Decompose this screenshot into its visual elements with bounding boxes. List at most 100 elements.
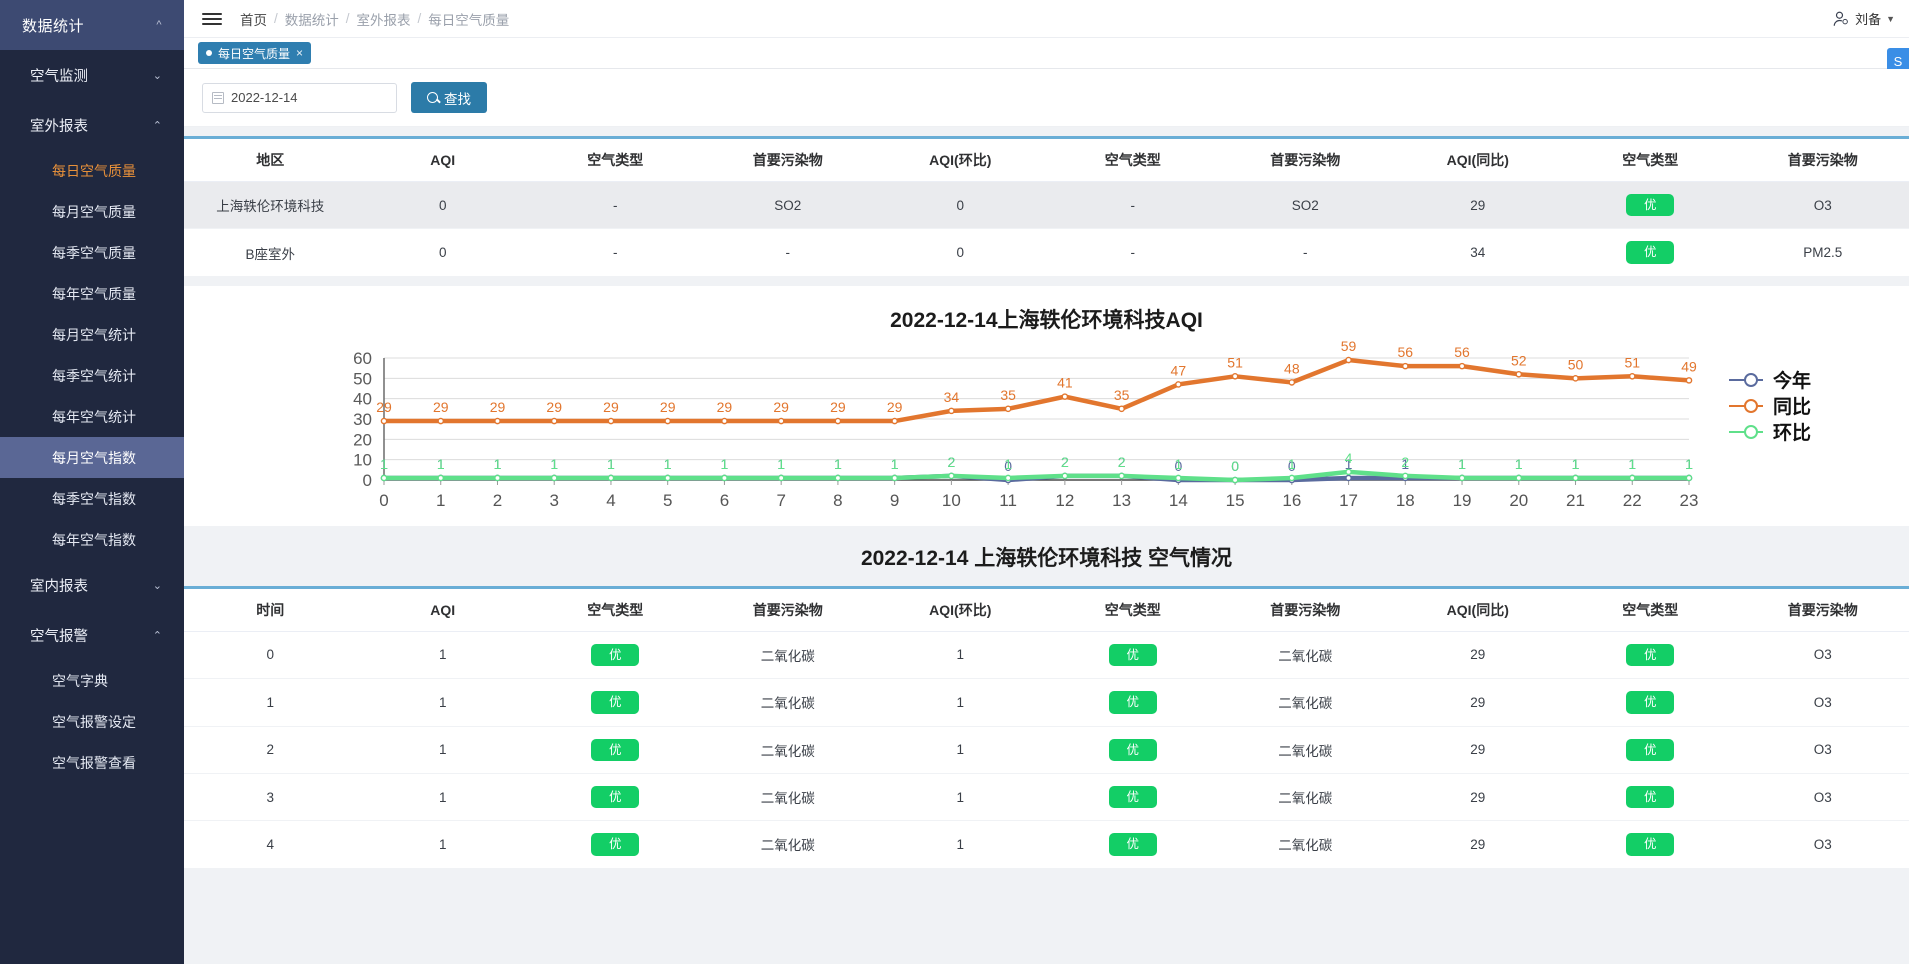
sidebar-item-每季空气指数[interactable]: 每季空气指数 — [0, 478, 184, 519]
data-point — [437, 474, 445, 482]
table-cell: 二氧化碳 — [1219, 773, 1392, 822]
sidebar-group-空气报警[interactable]: 空气报警 ⌃ — [0, 610, 184, 660]
chart-panel: 2022-12-14上海轶伦环境科技AQI 0 10 20 30 40 50 60 0 1 2 3 4… — [184, 285, 1909, 526]
data-point — [1572, 374, 1579, 382]
data-point — [550, 474, 558, 482]
sidebar-item-每月空气质量[interactable]: 每月空气质量 — [0, 191, 184, 232]
summary-header-7: AQI(同比) — [1391, 137, 1564, 182]
user-menu[interactable]: 刘备 ▼ — [1832, 9, 1895, 28]
data-label: 1 — [891, 456, 899, 472]
data-label: 35 — [1000, 387, 1016, 403]
search-button[interactable]: 查找 — [411, 82, 487, 113]
table-cell: 二氧化碳 — [701, 631, 874, 680]
table-cell: - — [529, 228, 702, 277]
chart-canvas: 0 10 20 30 40 50 60 0 1 2 3 4 5 6 7 8 9 10 11 12 13 14 15 16 17 1… — [184, 340, 1909, 520]
data-point — [437, 417, 445, 425]
search-icon — [427, 92, 438, 103]
content-scroll[interactable]: 2022-12-14 查找 地区 AQI 空气类型 首要污染物 AQI(环比) 空气类型首… — [184, 69, 1909, 964]
y-axis-tick-20: 20 — [353, 430, 372, 449]
sidebar-group-室内报表[interactable]: 室内报表 ⌄ — [0, 560, 184, 610]
data-point — [1345, 356, 1352, 364]
table-cell: SO2 — [701, 181, 874, 230]
table-row[interactable]: 上海轶伦环境科技 0- SO2 0- SO2 29 优 O3 — [184, 181, 1909, 230]
sidebar-item-每年空气指数[interactable]: 每年空气指数 — [0, 519, 184, 560]
table-cell: 0 — [184, 631, 357, 680]
summary-header-0: 地区 — [184, 137, 357, 182]
table-row[interactable]: 1 1 优二氧化碳 1 优二氧化碳 29 优 O3 — [184, 678, 1909, 727]
sidebar-group-室外报表[interactable]: 室外报表 ⌃ — [0, 100, 184, 150]
breadcrumb-item-0[interactable]: 首页 — [240, 9, 267, 29]
data-point — [607, 474, 615, 482]
sidebar-item-每月空气指数[interactable]: 每月空气指数 — [0, 437, 184, 478]
sidebar-item-label: 每日空气质量 — [52, 162, 136, 179]
table-row[interactable]: 4 1 优二氧化碳 1 优二氧化碳 29 优 O3 — [184, 820, 1909, 869]
table-row[interactable]: 3 1 优二氧化碳 1 优二氧化碳 29 优 O3 — [184, 773, 1909, 822]
summary-header-9: 首要污染物 — [1736, 137, 1909, 182]
data-label: 1 — [1004, 456, 1012, 472]
table-cell: 1 — [356, 631, 529, 680]
data-point — [1685, 376, 1693, 384]
legend-label-今年[interactable]: 今年 — [1772, 369, 1811, 392]
detail-header-3: 首要污染物 — [701, 587, 874, 632]
table-cell: 29 — [1391, 820, 1564, 869]
x-axis-tick-16: 16 — [1282, 491, 1301, 510]
data-label: 1 — [777, 456, 785, 472]
sidebar-root-数据统计[interactable]: 数据统计 ^ — [0, 0, 184, 50]
sidebar-item-每季空气统计[interactable]: 每季空气统计 — [0, 355, 184, 396]
legend-label-同比[interactable]: 同比 — [1773, 396, 1811, 418]
data-label: 29 — [830, 399, 846, 415]
hamburger-icon[interactable] — [202, 12, 222, 25]
data-point — [1458, 362, 1466, 370]
legend-label-环比[interactable]: 环比 — [1773, 422, 1811, 444]
status-badge-cell: 优 — [1564, 678, 1737, 727]
data-label: 1 — [664, 456, 672, 472]
date-value: 2022-12-14 — [231, 90, 298, 105]
detail-table-panel: 时间 AQI 空气类型 首要污染物 AQI(环比) 空气类型 首要污染物 AQI(同比) 空气类… — [184, 585, 1909, 869]
breadcrumb-item-1[interactable]: 数据统计 — [285, 9, 339, 29]
status-badge: 优 — [1626, 833, 1675, 856]
breadcrumb-item-2[interactable]: 室外报表 — [357, 9, 411, 29]
date-input[interactable]: 2022-12-14 — [202, 82, 397, 113]
data-point — [1572, 474, 1579, 482]
sidebar-group-空气监测[interactable]: 空气监测 ⌄ — [0, 50, 184, 100]
table-row[interactable]: B座室外 0- -0- -34 优 PM2.5 — [184, 228, 1909, 277]
sidebar-item-空气报警查看[interactable]: 空气报警查看 — [0, 742, 184, 783]
close-icon[interactable]: × — [296, 46, 303, 60]
status-badge: 优 — [1626, 738, 1675, 761]
table-cell: 0 — [874, 228, 1047, 277]
breadcrumb-separator: / — [274, 11, 278, 26]
table-row[interactable]: 2 1 优二氧化碳 1 优二氧化碳 29 优 O3 — [184, 726, 1909, 774]
data-label: 51 — [1624, 354, 1640, 370]
sidebar-item-label: 空气报警设定 — [52, 713, 136, 730]
sidebar-item-空气字典[interactable]: 空气字典 — [0, 660, 184, 701]
sidebar-item-每日空气质量[interactable]: 每日空气质量 — [0, 150, 184, 191]
status-badge-cell: 优 — [1564, 820, 1737, 869]
table-row[interactable]: 0 1 优二氧化碳 1 优二氧化碳 29 优 O3 — [184, 631, 1909, 680]
data-label: 51 — [1227, 354, 1243, 370]
sidebar-item-每年空气统计[interactable]: 每年空气统计 — [0, 396, 184, 437]
detail-header-5: 空气类型 — [1046, 587, 1219, 632]
sidebar-item-空气报警设定[interactable]: 空气报警设定 — [0, 701, 184, 742]
sidebar-item-每月空气统计[interactable]: 每月空气统计 — [0, 314, 184, 355]
status-badge: 优 — [1626, 194, 1675, 217]
table-cell: 二氧化碳 — [701, 678, 874, 727]
data-point — [1061, 393, 1069, 400]
data-label: 1 — [1174, 456, 1182, 472]
tab-bar: 每日空气质量 × — [184, 38, 1909, 69]
sidebar-item-每年空气质量[interactable]: 每年空气质量 — [0, 273, 184, 314]
status-badge-cell: 优 — [529, 678, 702, 727]
sidebar-item-每季空气质量[interactable]: 每季空气质量 — [0, 232, 184, 273]
status-badge-cell: 优 — [529, 726, 702, 774]
data-point — [1515, 370, 1523, 378]
summary-table-panel: 地区 AQI 空气类型 首要污染物 AQI(环比) 空气类型 首要污染物 AQI(同比) 空气类… — [184, 136, 1909, 277]
status-badge: 优 — [1108, 833, 1157, 856]
summary-header-1: AQI — [356, 137, 529, 182]
status-badge-cell: 优 — [1046, 773, 1219, 822]
y-axis-tick-30: 30 — [353, 410, 372, 429]
status-badge-cell: 优 — [1564, 228, 1737, 277]
table-cell: 1 — [356, 678, 529, 727]
tab-每日空气质量[interactable]: 每日空气质量 × — [198, 42, 312, 64]
table-cell: 4 — [184, 820, 357, 869]
status-badge: 优 — [1108, 643, 1157, 667]
breadcrumb-item-3[interactable]: 每日空气质量 — [428, 9, 509, 29]
